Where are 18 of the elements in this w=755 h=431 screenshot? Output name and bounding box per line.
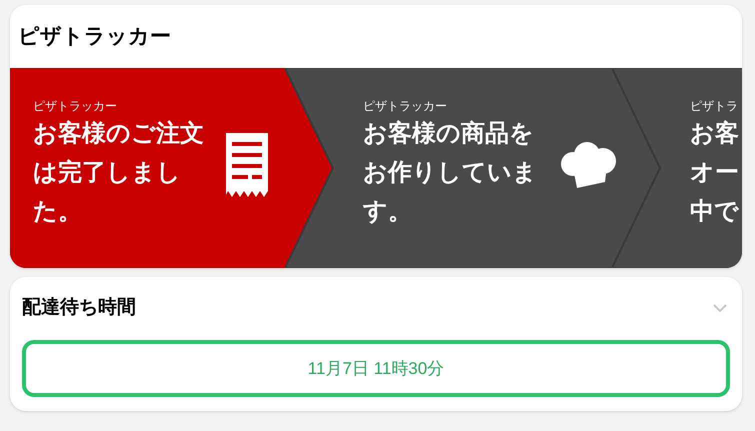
delivery-time: 11月7日 11時30分 — [22, 340, 730, 397]
step-title: お客様の商品を — [363, 119, 535, 149]
step-title: お作りしていま — [363, 158, 537, 188]
step-title: お客 — [690, 119, 739, 149]
delivery-title: 配達待ち時間 — [22, 296, 136, 320]
step-caption: ピザトラッカー — [363, 98, 448, 114]
step-caption: ピザトラッカー — [33, 98, 118, 114]
chef-hat-icon — [559, 142, 617, 188]
step-caption: ピザトラ — [690, 98, 739, 114]
tracker-title: ピザトラッカー — [18, 24, 171, 50]
step-title: お客様のご注文 — [33, 119, 204, 149]
chevron-down-icon[interactable] — [712, 303, 728, 313]
step-title: た。 — [33, 197, 83, 227]
step-title: は完了しまし — [33, 158, 182, 188]
step-title: 中で — [690, 197, 739, 227]
step-title: す。 — [363, 197, 413, 227]
step-title: オー — [690, 158, 739, 188]
receipt-icon — [226, 132, 268, 196]
